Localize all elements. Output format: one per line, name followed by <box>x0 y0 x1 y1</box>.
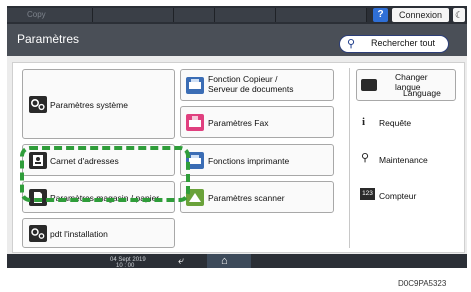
fax-settings-label: Paramètres Fax <box>208 118 269 128</box>
page-title: Paramètres <box>17 32 80 46</box>
installation-gears-icon <box>29 225 47 242</box>
figure-code: D0C9PA5323 <box>398 279 447 288</box>
installation-settings-tile[interactable]: pdt l'installation <box>22 218 175 248</box>
counter-label: Compteur <box>379 191 417 201</box>
counter-item[interactable]: 123 Compteur <box>358 183 458 207</box>
search-all-button[interactable]: ⚲ Rechercher tout <box>339 35 449 53</box>
mode-label: Copy <box>27 10 46 19</box>
copier-settings-tile[interactable]: Fonction Copieur / Serveur de documents <box>180 69 334 101</box>
fax-icon <box>186 114 204 131</box>
gears-icon <box>29 96 47 113</box>
copier-icon <box>186 77 204 94</box>
status-segment <box>93 8 174 22</box>
maintenance-item[interactable]: ⚲ Maintenance <box>358 147 458 171</box>
highlight-callout <box>20 146 190 202</box>
status-segment <box>7 8 93 22</box>
query-item[interactable]: i Requête <box>358 110 458 134</box>
printer-settings-tile[interactable]: Fonctions imprimante <box>180 144 334 176</box>
home-icon[interactable]: ⌂ <box>221 254 228 268</box>
system-settings-tile[interactable]: Paramètres système <box>22 69 175 139</box>
maintenance-label: Maintenance <box>379 155 428 165</box>
installation-label: pdt l'installation <box>50 229 108 239</box>
status-segment <box>174 8 215 22</box>
energy-saver-icon[interactable]: ☾ <box>453 8 465 22</box>
language-switch-icon <box>361 79 377 91</box>
scanner-settings-tile[interactable]: Paramètres scanner <box>180 181 334 213</box>
change-language-button[interactable]: Changer langue Language <box>356 69 456 101</box>
search-icon: ⚲ <box>347 38 356 50</box>
column-divider <box>349 68 350 248</box>
copier-label-line2: Serveur de documents <box>208 84 294 94</box>
copier-label-line1: Fonction Copieur / <box>208 74 278 84</box>
login-button[interactable]: Connexion <box>392 8 449 22</box>
fax-settings-tile[interactable]: Paramètres Fax <box>180 106 334 138</box>
time-label: 10 : 00 <box>116 263 135 269</box>
back-icon[interactable]: ⤶ <box>178 254 184 268</box>
language-label: Language <box>403 88 441 98</box>
help-button[interactable]: ? <box>373 8 388 22</box>
wrench-icon: ⚲ <box>361 152 370 164</box>
counter-icon: 123 <box>360 188 375 200</box>
system-settings-label: Paramètres système <box>50 100 128 110</box>
info-icon: i <box>362 116 366 128</box>
status-segment <box>276 8 367 22</box>
query-label: Requête <box>379 118 412 128</box>
home-button[interactable] <box>207 254 251 268</box>
printer-settings-label: Fonctions imprimante <box>208 156 290 166</box>
date-time: 04 Sept 2019 10 : 00 <box>110 257 146 269</box>
search-all-label: Rechercher tout <box>371 38 436 48</box>
status-segment <box>215 8 276 22</box>
scanner-settings-label: Paramètres scanner <box>208 193 285 203</box>
device-screen: Copy ? Connexion ☾ Paramètres ⚲ Recherch… <box>7 6 467 269</box>
status-bar: Copy ? Connexion ☾ <box>7 6 467 24</box>
